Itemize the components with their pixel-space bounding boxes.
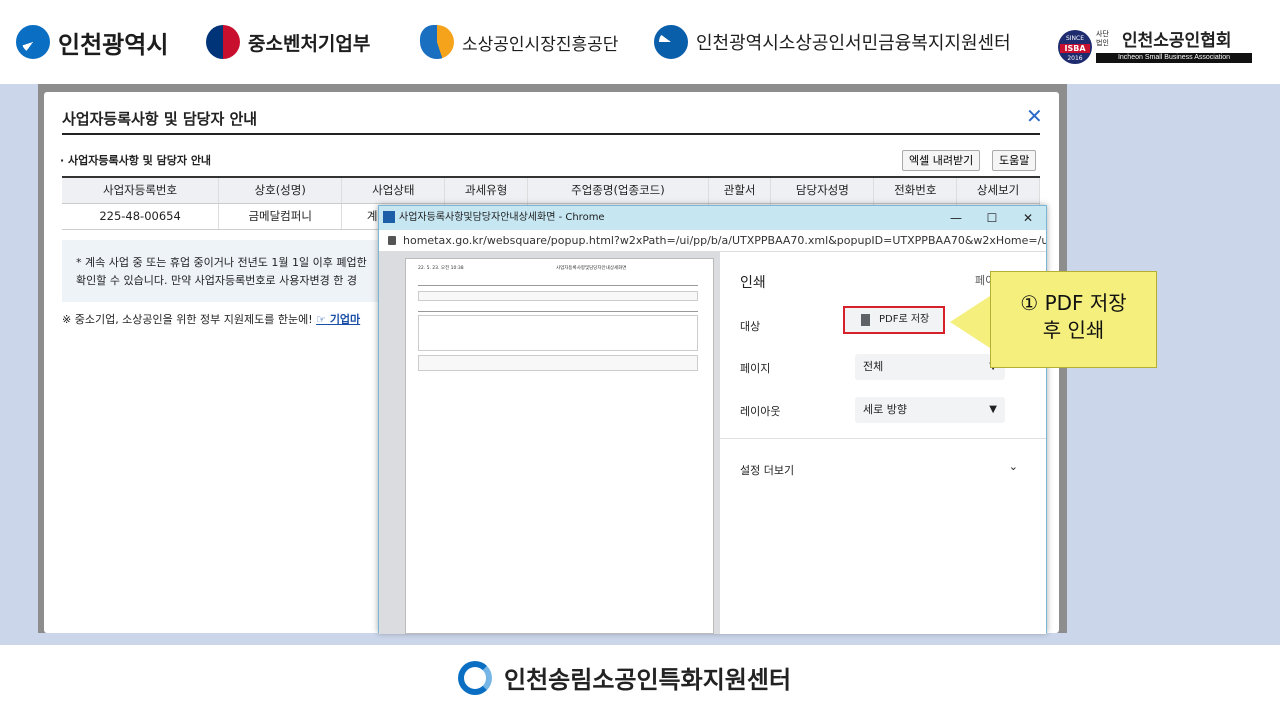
isba-seal-icon: SINCE ISBA 2016 bbox=[1058, 30, 1092, 64]
callout-line: 후 인쇄 bbox=[1042, 318, 1105, 342]
mss-logo: 중소벤처기업부 bbox=[206, 24, 370, 60]
title-divider bbox=[62, 133, 1040, 135]
print-preview-page[interactable]: 22. 5. 23. 오전 10:38 사업자등록사항및담당자안내상세화면 bbox=[405, 258, 714, 634]
col-header: 전화번호 bbox=[873, 176, 958, 204]
hometax-favicon-icon bbox=[383, 211, 395, 223]
close-icon[interactable]: ✕ bbox=[1026, 104, 1043, 128]
print-title: 인쇄 bbox=[740, 275, 766, 291]
window-close-button[interactable]: ✕ bbox=[1011, 206, 1045, 230]
col-header: 사업상태 bbox=[341, 176, 446, 204]
destination-select-highlighted[interactable]: PDF로 저장 bbox=[843, 306, 945, 334]
isba-year: 2016 bbox=[1067, 55, 1083, 62]
taegeuk-emblem-icon bbox=[206, 25, 240, 59]
preview-rule bbox=[418, 311, 698, 312]
notice-line: * 계속 사업 중 또는 휴업 중이거나 전년도 1월 1일 이후 폐업한 bbox=[76, 256, 367, 269]
semas-emblem-icon bbox=[420, 25, 454, 59]
isba-since: SINCE bbox=[1065, 35, 1085, 42]
layout-label: 레이아웃 bbox=[740, 405, 781, 418]
semas-name: 소상공인시장진흥공단 bbox=[462, 34, 619, 55]
center-emblem-icon bbox=[458, 660, 492, 695]
lock-icon bbox=[388, 236, 396, 245]
cell-company-name: 금메달컴퍼니 bbox=[218, 203, 343, 230]
destination-label: 대상 bbox=[740, 320, 761, 333]
pages-select[interactable]: 전체 ▼ bbox=[855, 354, 1005, 380]
pages-value: 전체 bbox=[863, 360, 884, 373]
support-note-text: ※ 중소기업, 소상공인을 위한 정부 지원제도를 한눈에! bbox=[62, 313, 313, 326]
col-header: 담당자성명 bbox=[770, 176, 875, 204]
col-header: 주업종명(업종코드) bbox=[527, 176, 709, 204]
col-header: 상호(성명) bbox=[218, 176, 343, 204]
col-header: 과세유형 bbox=[444, 176, 529, 204]
help-button[interactable]: 도움말 bbox=[992, 150, 1037, 171]
isba-korean-name: 인천소공인협회 bbox=[1122, 31, 1232, 51]
callout-line: ① PDF 저장 bbox=[1020, 291, 1127, 315]
isba-badge: ISBA bbox=[1060, 44, 1090, 53]
isba-english-name: Incheon Small Business Association bbox=[1096, 53, 1252, 63]
layout-value: 세로 방향 bbox=[863, 403, 907, 416]
chrome-print-window: 사업자등록사항및담당자안내상세화면 - Chrome — ☐ ✕ hometax… bbox=[378, 205, 1047, 634]
col-header: 관할서 bbox=[708, 176, 772, 204]
pages-label: 페이지 bbox=[740, 362, 771, 375]
col-header: 상세보기 bbox=[956, 176, 1040, 204]
chrome-title-bar[interactable]: 사업자등록사항및담당자안내상세화면 - Chrome — ☐ ✕ bbox=[379, 206, 1046, 230]
destination-value: PDF로 저장 bbox=[879, 314, 930, 325]
excel-download-button[interactable]: 엑셀 내려받기 bbox=[902, 150, 981, 171]
instruction-callout: ① PDF 저장 후 인쇄 bbox=[990, 271, 1157, 368]
welfare-center-emblem-icon bbox=[654, 25, 688, 59]
address-bar[interactable]: hometax.go.kr/websquare/popup.html?w2xPa… bbox=[379, 230, 1046, 252]
isba-corp-label: 사단 법인 bbox=[1096, 30, 1109, 47]
layout-select[interactable]: 세로 방향 ▼ bbox=[855, 397, 1005, 423]
logo-bar: 인천광역시 중소벤처기업부 소상공인시장진흥공단 인천광역시소상공인서민금융복지… bbox=[0, 0, 1280, 84]
maximize-button[interactable]: ☐ bbox=[975, 206, 1009, 230]
notice-line: 확인할 수 있습니다. 만약 사업자등록번호로 사용자변경 한 경 bbox=[76, 274, 357, 287]
support-note: ※ 중소기업, 소상공인을 위한 정부 지원제도를 한눈에! ☞ 기업마 bbox=[62, 311, 360, 327]
col-header: 사업자등록번호 bbox=[62, 176, 220, 204]
incheon-city-emblem-icon bbox=[16, 25, 50, 59]
footer-logo: 인천송림소공인특화지원센터 bbox=[458, 660, 791, 695]
preview-search-box bbox=[418, 291, 698, 301]
document-icon bbox=[861, 314, 870, 326]
chevron-down-icon[interactable]: ⌄ bbox=[1009, 460, 1018, 473]
incheon-city-name: 인천광역시 bbox=[58, 30, 169, 59]
preview-title: 사업자등록사항및담당자안내상세화면 bbox=[556, 266, 627, 271]
footer-center-name: 인천송림소공인특화지원센터 bbox=[504, 666, 792, 694]
mss-name: 중소벤처기업부 bbox=[248, 32, 371, 55]
incheon-city-logo: 인천광역시 bbox=[16, 24, 168, 60]
welfare-center-name: 인천광역시소상공인서민금융복지지원센터 bbox=[696, 33, 1011, 54]
minimize-button[interactable]: — bbox=[939, 206, 973, 230]
preview-info-table bbox=[418, 315, 698, 351]
table-header-row: 사업자등록번호 상호(성명) 사업상태 과세유형 주업종명(업종코드) 관할서 … bbox=[62, 176, 1040, 204]
semas-logo: 소상공인시장진흥공단 bbox=[420, 24, 618, 60]
preview-date: 22. 5. 23. 오전 10:38 bbox=[418, 266, 464, 271]
notice-box: * 계속 사업 중 또는 휴업 중이거나 전년도 1월 1일 이후 폐업한 확인… bbox=[62, 240, 382, 302]
settings-divider bbox=[720, 438, 1046, 439]
chevron-down-icon: ▼ bbox=[989, 404, 997, 415]
preview-rule bbox=[418, 285, 698, 286]
bizinfo-link[interactable]: ☞ 기업마 bbox=[316, 313, 360, 326]
more-settings-toggle[interactable]: 설정 더보기 bbox=[740, 462, 794, 478]
print-preview-area: 22. 5. 23. 오전 10:38 사업자등록사항및담당자안내상세화면 bbox=[379, 252, 720, 634]
preview-notice-box bbox=[418, 355, 698, 371]
isba-logo: SINCE ISBA 2016 사단 법인 인천소공인협회 Incheon Sm… bbox=[1058, 30, 1254, 66]
window-title: 사업자등록사항및담당자안내상세화면 - Chrome bbox=[399, 212, 605, 223]
url-text: hometax.go.kr/websquare/popup.html?w2xPa… bbox=[403, 234, 1046, 247]
section-title: · 사업자등록사항 및 담당자 안내 bbox=[60, 154, 212, 167]
callout-arrow bbox=[950, 296, 990, 348]
welfare-center-logo: 인천광역시소상공인서민금융복지지원센터 bbox=[654, 24, 1011, 60]
page-title: 사업자등록사항 및 담당자 안내 bbox=[62, 110, 258, 128]
cell-reg-number: 225-48-00654 bbox=[62, 203, 220, 230]
